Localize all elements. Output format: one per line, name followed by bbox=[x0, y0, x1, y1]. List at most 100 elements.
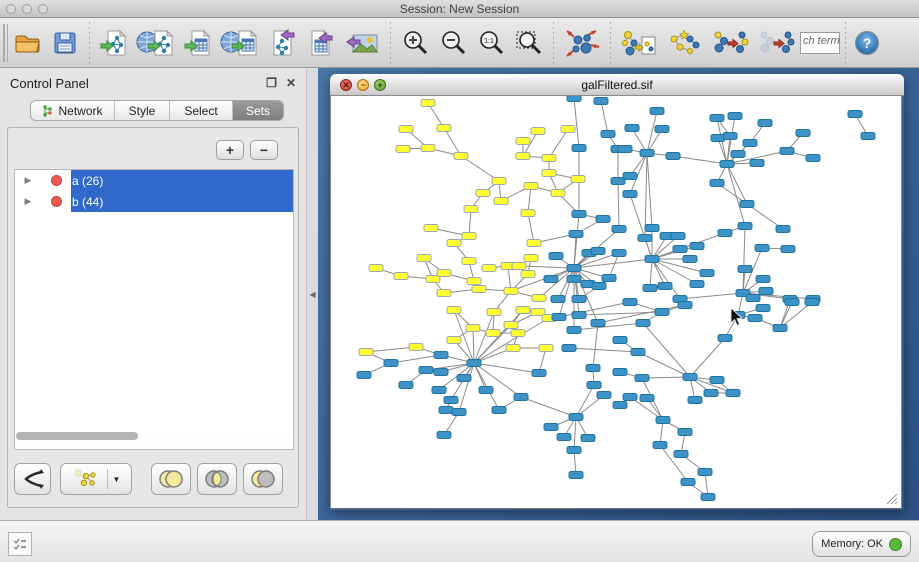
graph-node-set-a[interactable] bbox=[466, 325, 480, 332]
set-row-a[interactable]: ▶ a (26) bbox=[15, 170, 293, 191]
graph-node[interactable] bbox=[635, 375, 649, 382]
tab-network[interactable]: Network bbox=[31, 101, 115, 120]
graph-node-set-a[interactable] bbox=[521, 210, 535, 217]
graph-edge[interactable] bbox=[474, 363, 539, 373]
frame-minimize-icon[interactable]: − bbox=[357, 79, 369, 91]
import-network-url-button[interactable] bbox=[133, 22, 179, 64]
graph-node[interactable] bbox=[806, 155, 820, 162]
graph-node[interactable] bbox=[532, 370, 546, 377]
graph-node-set-a[interactable] bbox=[417, 255, 431, 262]
graph-node[interactable] bbox=[658, 283, 672, 290]
graph-node[interactable] bbox=[728, 113, 742, 120]
graph-node[interactable] bbox=[514, 394, 528, 401]
graph-node-set-a[interactable] bbox=[454, 153, 468, 160]
graph-node[interactable] bbox=[674, 451, 688, 458]
graph-node[interactable] bbox=[601, 131, 615, 138]
graph-edge[interactable] bbox=[647, 153, 652, 228]
graph-node[interactable] bbox=[776, 226, 790, 233]
graph-node-set-a[interactable] bbox=[476, 190, 490, 197]
graph-node-set-a[interactable] bbox=[527, 240, 541, 247]
graph-edge[interactable] bbox=[528, 213, 534, 243]
graph-node[interactable] bbox=[743, 140, 757, 147]
open-session-button[interactable] bbox=[8, 22, 46, 64]
graph-node[interactable] bbox=[640, 395, 654, 402]
show-all-button[interactable] bbox=[754, 22, 800, 64]
graph-node[interactable] bbox=[636, 320, 650, 327]
graph-node[interactable] bbox=[678, 429, 692, 436]
graph-node[interactable] bbox=[623, 191, 637, 198]
graph-node[interactable] bbox=[419, 367, 433, 374]
graph-node-set-a[interactable] bbox=[472, 286, 486, 293]
network-window[interactable]: ✕ − + galFiltered.sif bbox=[330, 74, 904, 510]
graph-node-set-a[interactable] bbox=[482, 265, 496, 272]
graph-node[interactable] bbox=[567, 327, 581, 334]
graph-node[interactable] bbox=[591, 248, 605, 255]
graph-node[interactable] bbox=[655, 309, 669, 316]
minimize-window-button[interactable] bbox=[22, 4, 32, 14]
tab-style[interactable]: Style bbox=[115, 101, 170, 120]
graph-node-set-a[interactable] bbox=[494, 198, 508, 205]
graph-edge[interactable] bbox=[618, 181, 619, 229]
apply-layout-button[interactable] bbox=[559, 22, 605, 64]
graph-node[interactable] bbox=[640, 150, 654, 157]
network-canvas[interactable] bbox=[330, 96, 902, 509]
graph-edge[interactable] bbox=[521, 397, 576, 417]
graph-node[interactable] bbox=[746, 295, 760, 302]
graph-edge[interactable] bbox=[574, 323, 643, 330]
tab-sets[interactable]: Sets bbox=[233, 101, 283, 120]
graph-node-set-a[interactable] bbox=[511, 330, 525, 337]
import-table-file-button[interactable] bbox=[179, 22, 217, 64]
graph-node[interactable] bbox=[750, 160, 764, 167]
panel-divider[interactable]: ◀ bbox=[306, 68, 318, 520]
graph-node-set-a[interactable] bbox=[396, 146, 410, 153]
graph-node[interactable] bbox=[544, 424, 558, 431]
graph-node[interactable] bbox=[704, 390, 718, 397]
graph-node[interactable] bbox=[683, 374, 697, 381]
graph-node-set-a[interactable] bbox=[437, 290, 451, 297]
graph-node[interactable] bbox=[718, 230, 732, 237]
graph-edge[interactable] bbox=[574, 417, 576, 450]
graph-edge[interactable] bbox=[469, 209, 471, 236]
graph-node[interactable] bbox=[613, 402, 627, 409]
graph-node[interactable] bbox=[557, 434, 571, 441]
graph-node[interactable] bbox=[796, 130, 810, 137]
graph-node[interactable] bbox=[740, 201, 754, 208]
graph-node[interactable] bbox=[653, 442, 667, 449]
graph-edge[interactable] bbox=[474, 312, 494, 363]
graph-node[interactable] bbox=[638, 235, 652, 242]
graph-node-set-a[interactable] bbox=[447, 337, 461, 344]
graph-node[interactable] bbox=[572, 145, 586, 152]
float-panel-icon[interactable]: ❐ bbox=[266, 76, 277, 90]
graph-node-set-a[interactable] bbox=[504, 322, 518, 329]
graph-node[interactable] bbox=[785, 299, 799, 306]
graph-node[interactable] bbox=[759, 288, 773, 295]
graph-node[interactable] bbox=[688, 397, 702, 404]
graph-node-set-a[interactable] bbox=[532, 295, 546, 302]
graph-node[interactable] bbox=[720, 161, 734, 168]
graph-edge[interactable] bbox=[574, 214, 579, 268]
graph-node[interactable] bbox=[613, 337, 627, 344]
zoom-one-to-one-button[interactable]: 1:1 bbox=[472, 22, 510, 64]
remove-set-button[interactable]: − bbox=[250, 140, 278, 160]
graph-node-set-a[interactable] bbox=[447, 240, 461, 247]
horizontal-scrollbar[interactable] bbox=[16, 432, 292, 441]
graph-node-set-a[interactable] bbox=[524, 183, 538, 190]
graph-node[interactable] bbox=[631, 349, 645, 356]
graph-node[interactable] bbox=[444, 397, 458, 404]
graph-node[interactable] bbox=[602, 275, 616, 282]
graph-node[interactable] bbox=[681, 479, 695, 486]
graph-node[interactable] bbox=[738, 266, 752, 273]
graph-node[interactable] bbox=[612, 226, 626, 233]
graph-node[interactable] bbox=[613, 369, 627, 376]
graph-node[interactable] bbox=[710, 180, 724, 187]
graph-edge[interactable] bbox=[519, 266, 574, 268]
graph-node-set-a[interactable] bbox=[487, 309, 501, 316]
graph-edge[interactable] bbox=[569, 348, 638, 352]
graph-edge[interactable] bbox=[650, 259, 652, 288]
graph-node[interactable] bbox=[432, 387, 446, 394]
new-network-from-selection-button[interactable] bbox=[616, 22, 662, 64]
graph-node[interactable] bbox=[773, 325, 787, 332]
graph-node[interactable] bbox=[781, 246, 795, 253]
graph-node[interactable] bbox=[645, 225, 659, 232]
network-window-titlebar[interactable]: ✕ − + galFiltered.sif bbox=[330, 74, 904, 96]
